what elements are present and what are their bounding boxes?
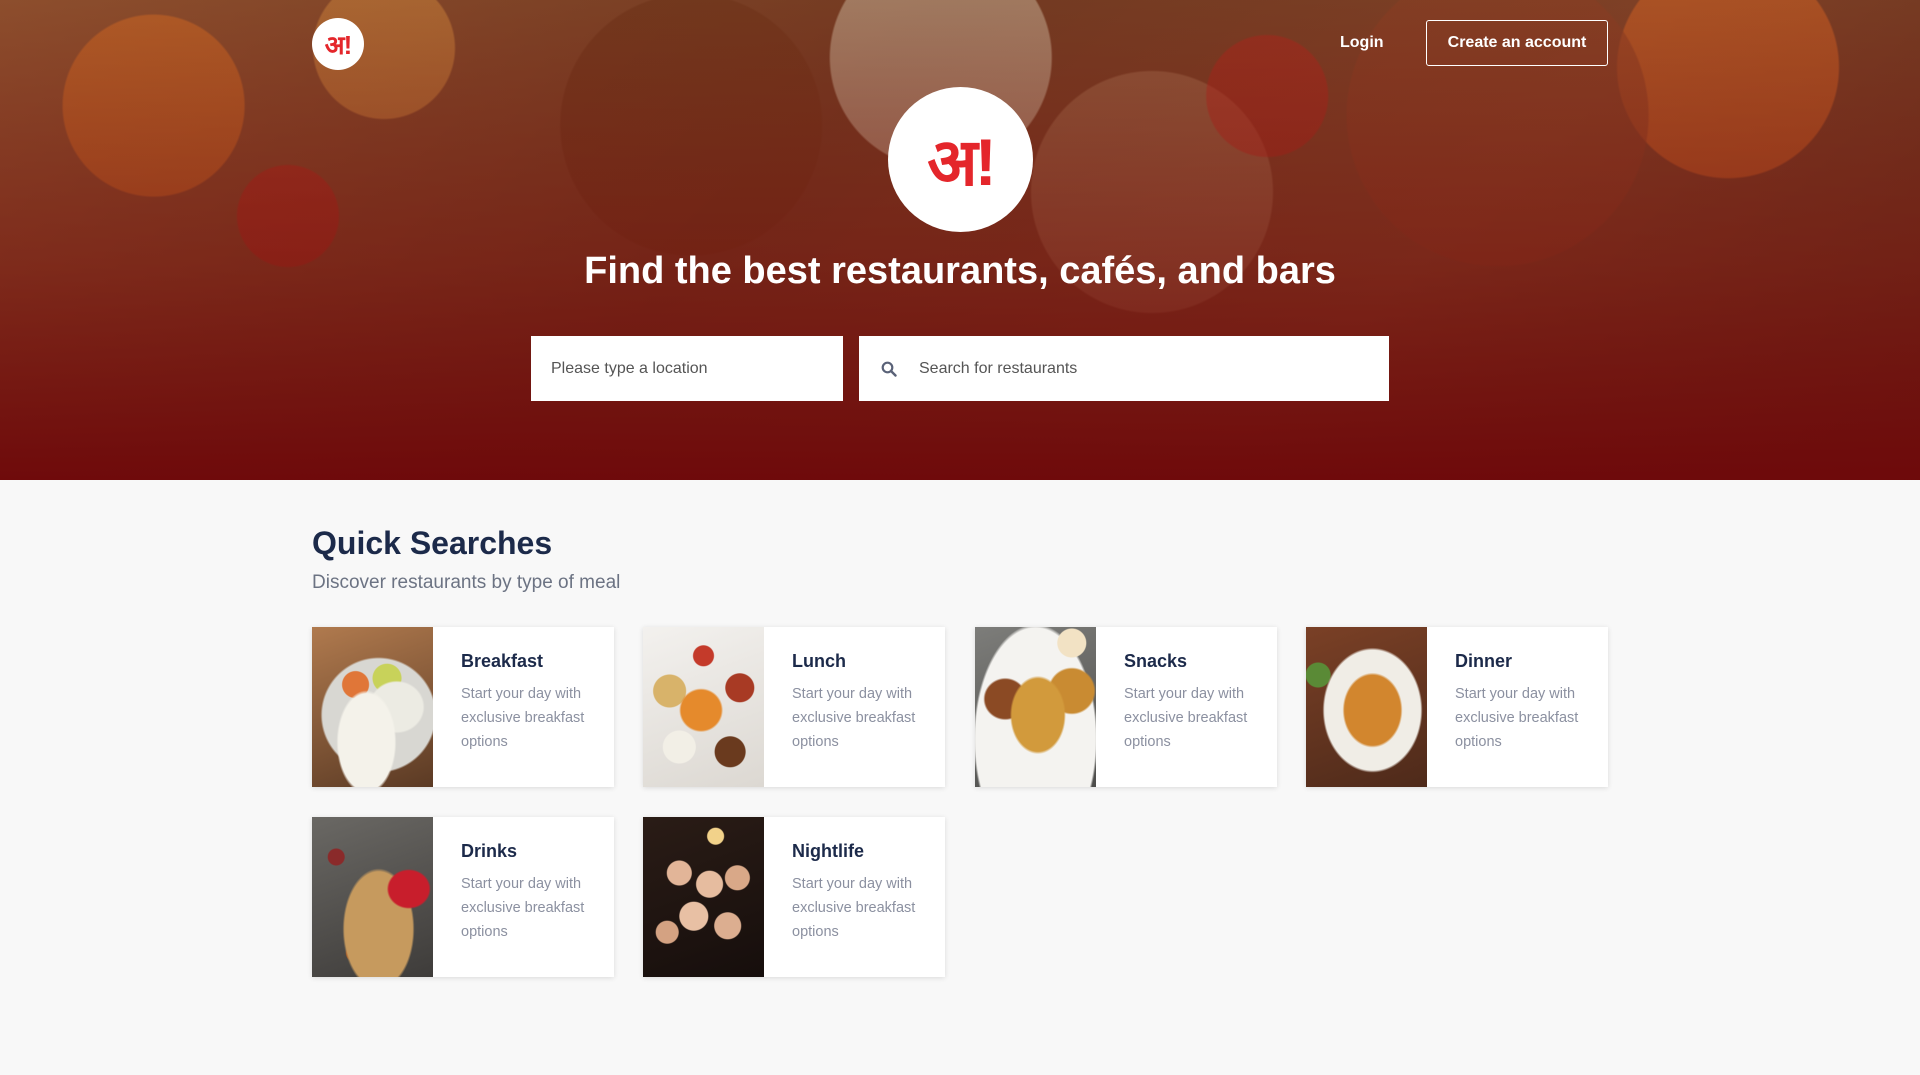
card-title: Dinner bbox=[1455, 651, 1513, 671]
card-title: Nightlife bbox=[792, 841, 864, 861]
card-description: Start your day with exclusive breakfast … bbox=[792, 686, 916, 750]
card-dinner[interactable]: Dinner Start your day with exclusive bre… bbox=[1306, 627, 1608, 787]
quick-searches-title: Quick Searches bbox=[312, 525, 553, 561]
hero-overlay bbox=[0, 0, 1920, 480]
snacks-image bbox=[975, 627, 1096, 787]
card-title: Breakfast bbox=[461, 651, 544, 671]
card-title: Drinks bbox=[461, 841, 518, 861]
card-breakfast[interactable]: Breakfast Start your day with exclusive … bbox=[312, 627, 614, 787]
lunch-image bbox=[643, 627, 764, 787]
card-description: Start your day with exclusive breakfast … bbox=[461, 686, 585, 750]
card-title: Lunch bbox=[792, 651, 846, 671]
card-description: Start your day with exclusive breakfast … bbox=[1455, 686, 1579, 750]
dinner-image bbox=[1306, 627, 1427, 787]
card-description: Start your day with exclusive breakfast … bbox=[461, 876, 585, 940]
card-nightlife[interactable]: Nightlife Start your day with exclusive … bbox=[643, 817, 945, 977]
quick-searches-subtitle: Discover restaurants by type of meal bbox=[312, 572, 621, 593]
card-description: Start your day with exclusive breakfast … bbox=[1124, 686, 1248, 750]
login-link[interactable]: Login bbox=[1340, 30, 1384, 56]
breakfast-image bbox=[312, 627, 433, 787]
hero-logo: अ! bbox=[888, 87, 1033, 232]
hero-title: Find the best restaurants, cafés, and ba… bbox=[584, 250, 1336, 292]
card-description: Start your day with exclusive breakfast … bbox=[792, 876, 916, 940]
hero-banner: अ! Login Create an account अ! Find the b… bbox=[0, 0, 1920, 480]
create-account-button[interactable]: Create an account bbox=[1426, 20, 1608, 66]
restaurant-search-box[interactable] bbox=[859, 336, 1389, 401]
hero-logo-text: अ! bbox=[927, 124, 996, 199]
site-logo[interactable]: अ! bbox=[312, 18, 364, 70]
logo-text: अ! bbox=[324, 30, 353, 60]
card-snacks[interactable]: Snacks Start your day with exclusive bre… bbox=[975, 627, 1277, 787]
card-lunch[interactable]: Lunch Start your day with exclusive brea… bbox=[643, 627, 945, 787]
restaurant-search-input[interactable] bbox=[919, 336, 1389, 401]
search-icon bbox=[859, 336, 919, 401]
card-drinks[interactable]: Drinks Start your day with exclusive bre… bbox=[312, 817, 614, 977]
card-title: Snacks bbox=[1124, 651, 1188, 671]
location-input[interactable] bbox=[531, 336, 843, 401]
nightlife-image bbox=[643, 817, 764, 977]
drinks-image bbox=[312, 817, 433, 977]
